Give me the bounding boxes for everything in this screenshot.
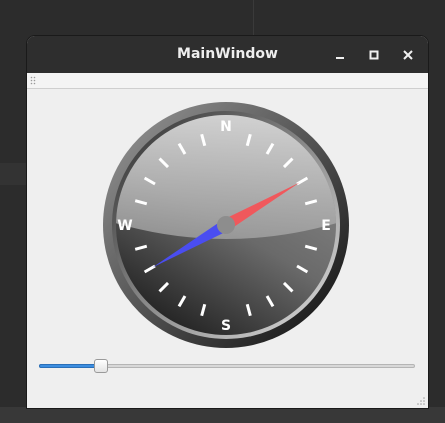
maximize-button[interactable] (363, 44, 385, 66)
title-bar[interactable]: MainWindow (27, 36, 428, 73)
compass-needle-hub (217, 216, 235, 234)
close-button[interactable] (397, 44, 419, 66)
central-widget: N E S W (27, 89, 428, 408)
toolbar-grip-icon[interactable] (30, 76, 36, 86)
close-icon (403, 50, 413, 60)
maximize-icon (369, 50, 379, 60)
compass-west-label: W (117, 218, 132, 234)
compass-south-label: S (221, 318, 231, 334)
minimize-icon (336, 57, 344, 59)
resize-grip-icon[interactable] (416, 396, 426, 406)
minimize-button[interactable] (329, 44, 351, 66)
taskbar-strip (0, 407, 445, 423)
heading-slider[interactable] (39, 359, 415, 375)
slider-fill (39, 364, 102, 368)
compass-east-label: E (321, 218, 331, 234)
background-window-strip (0, 163, 28, 185)
background-divider (253, 0, 254, 36)
toolbar-area (27, 73, 428, 89)
main-window: MainWindow N E S W (27, 36, 428, 408)
compass-north-label: N (220, 119, 232, 135)
compass-dial: N E S W (103, 102, 349, 348)
slider-handle[interactable] (94, 359, 109, 373)
